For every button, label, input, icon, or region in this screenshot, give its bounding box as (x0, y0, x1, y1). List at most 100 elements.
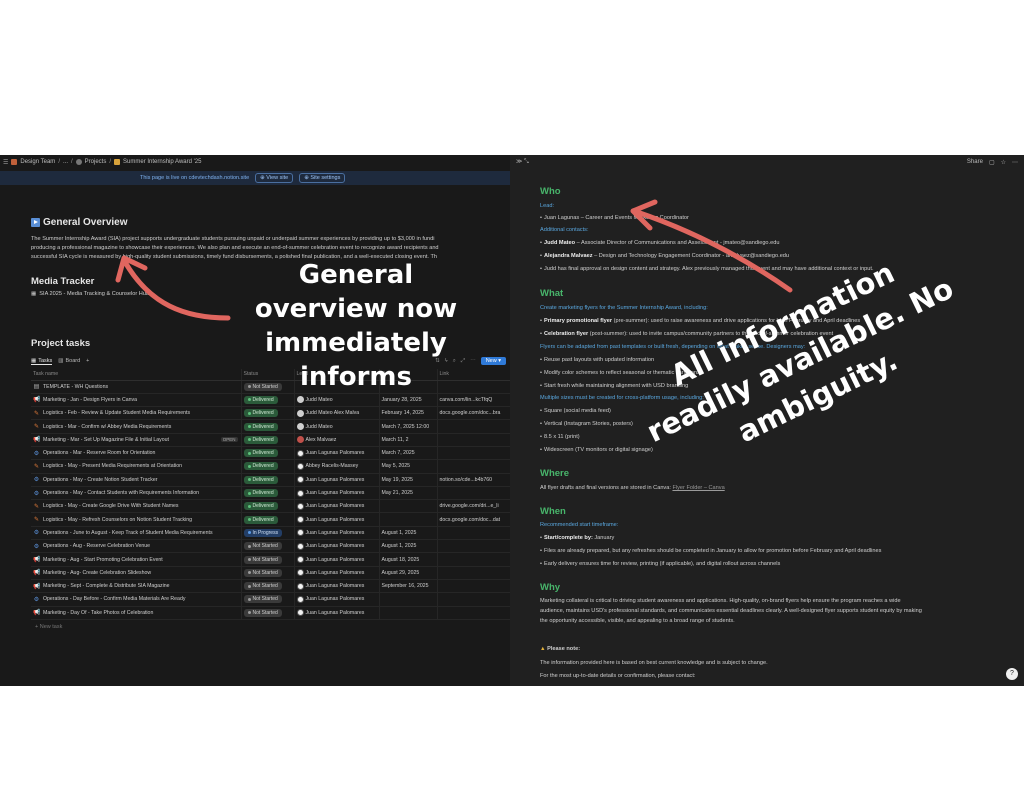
lead-cell[interactable]: Juan Lagunas Palomares (293, 512, 379, 527)
task-name-cell[interactable]: ✎ Logistics - May - Create Google Drive W… (31, 499, 241, 514)
due-cell[interactable]: January 28, 2025 (378, 393, 437, 408)
lead-cell[interactable]: Juan Lagunas Palomares (293, 606, 379, 620)
table-row[interactable]: ✎ Logistics - Feb - Review & Update Stude… (31, 406, 510, 421)
link-cell[interactable]: canva.com/lin...kcTfqQ (436, 393, 510, 408)
status-cell[interactable]: Delivered (240, 499, 294, 514)
status-cell[interactable]: In Progress (240, 526, 294, 541)
link-cell[interactable] (436, 552, 510, 567)
media-tracker-link[interactable]: ▦ SIA 2025 - Media Tracking & Counselor … (31, 291, 149, 297)
lead-cell[interactable]: Juan Lagunas Palomares (293, 486, 379, 501)
task-name-cell[interactable]: 📢 Marketing - Aug- Create Celebration Sli… (31, 566, 241, 580)
due-cell[interactable] (378, 499, 437, 514)
lead-cell[interactable]: Juan Lagunas Palomares (293, 566, 379, 580)
table-row[interactable]: ⚙ Operations - May - Create Notion Studen… (31, 473, 510, 487)
lead-cell[interactable]: Abbey Racelis-Massey (293, 459, 379, 474)
link-cell[interactable] (436, 419, 510, 434)
new-task-button[interactable]: + New task (35, 624, 62, 630)
due-cell[interactable]: March 7, 2025 (378, 446, 437, 461)
more-icon[interactable]: ⋯ (1012, 159, 1018, 166)
task-name-cell[interactable]: ✎ Logistics - May - Present Media Require… (31, 459, 241, 474)
table-row[interactable]: ⚙ Operations - June to August - Keep Trac… (31, 526, 510, 541)
task-name-cell[interactable]: ✎ Logistics - Mar - Confirm w/ Abbey Medi… (31, 419, 241, 434)
lead-cell[interactable]: Juan Lagunas Palomares (293, 499, 379, 514)
lead-cell[interactable]: Juan Lagunas Palomares (293, 473, 379, 487)
view-site-button[interactable]: ⊕ View site (255, 173, 294, 183)
status-cell[interactable]: Not Started (240, 552, 294, 567)
status-cell[interactable]: Not Started (240, 566, 294, 580)
open-chip[interactable]: OPEN (220, 437, 238, 443)
table-row[interactable]: 📢 Marketing - Day Of - Take Photos of Cel… (31, 606, 510, 620)
task-name-cell[interactable]: ⚙ Operations - Aug - Reserve Celebration … (31, 539, 241, 554)
status-cell[interactable]: Delivered (240, 419, 294, 434)
table-row[interactable]: 📢 Marketing - Jan - Design Flyers in Canv… (31, 393, 510, 408)
table-row[interactable]: ✎ Logistics - May - Refresh Counselors on… (31, 512, 510, 527)
due-cell[interactable]: August 29, 2025 (378, 566, 437, 580)
breadcrumb-team[interactable]: Design Team (20, 159, 55, 165)
due-cell[interactable]: August 1, 2025 (378, 526, 437, 541)
link-cell[interactable] (436, 579, 510, 594)
breadcrumb-page[interactable]: Summer Internship Award '25 (123, 159, 201, 165)
table-row[interactable]: 📢 Marketing - Aug - Start Promoting Celeb… (31, 552, 510, 567)
task-name-cell[interactable]: 📢 Marketing - Jan - Design Flyers in Canv… (31, 393, 241, 408)
status-cell[interactable]: Delivered (240, 446, 294, 461)
due-cell[interactable]: February 14, 2025 (378, 406, 437, 421)
add-view-button[interactable]: + (86, 358, 89, 364)
status-cell[interactable]: Not Started (240, 579, 294, 594)
site-settings-button[interactable]: ⊕ Site settings (299, 173, 346, 183)
link-cell[interactable] (436, 486, 510, 501)
link-cell[interactable]: notion.so/cde...b4b760 (436, 473, 510, 487)
table-row[interactable]: ⚙ Operations - Mar - Reserve Room for Ori… (31, 446, 510, 461)
link-cell[interactable] (436, 592, 510, 607)
status-cell[interactable]: Delivered (240, 512, 294, 527)
status-cell[interactable]: Delivered (240, 393, 294, 408)
lead-cell[interactable]: Judd Mateo (293, 393, 379, 408)
task-name-cell[interactable]: ✎ Logistics - May - Refresh Counselors on… (31, 512, 241, 527)
task-name-cell[interactable]: 📢 Marketing - Mar - Set Up Magazine File … (31, 433, 241, 447)
link-cell[interactable]: docs.google.com/doc...dat (436, 512, 510, 527)
table-row[interactable]: ⚙ Operations - Aug - Reserve Celebration … (31, 539, 510, 554)
task-name-cell[interactable]: ⚙ Operations - May - Contact Students wit… (31, 486, 241, 501)
status-cell[interactable]: Delivered (240, 459, 294, 474)
link-cell[interactable]: docs.google.com/doc...bra (436, 406, 510, 421)
task-name-cell[interactable]: 📢 Marketing - Sept - Complete & Distribut… (31, 579, 241, 594)
status-cell[interactable]: Not Started (240, 606, 294, 620)
task-name-cell[interactable]: 📢 Marketing - Aug - Start Promoting Celeb… (31, 552, 241, 567)
task-name-cell[interactable]: ⚙ Operations - Mar - Reserve Room for Ori… (31, 446, 241, 461)
task-name-cell[interactable]: 📢 Marketing - Day Of - Take Photos of Cel… (31, 606, 241, 620)
collapse-icon[interactable]: ≫ ⤡ (516, 158, 529, 166)
link-cell[interactable] (436, 606, 510, 620)
new-button[interactable]: New ▾ (480, 357, 506, 365)
link-cell[interactable] (436, 433, 510, 447)
task-name-cell[interactable]: ⚙ Operations - Day Before - Confirm Media… (31, 592, 241, 607)
link-cell[interactable] (436, 459, 510, 474)
due-cell[interactable] (378, 606, 437, 620)
star-icon[interactable]: ☆ (1001, 159, 1006, 166)
table-row[interactable]: ⚙ Operations - May - Contact Students wit… (31, 486, 510, 501)
table-row[interactable]: 📢 Marketing - Aug- Create Celebration Sli… (31, 566, 510, 580)
due-cell[interactable]: May 21, 2025 (378, 486, 437, 501)
status-cell[interactable]: Delivered (240, 406, 294, 421)
table-row[interactable]: ✎ Logistics - May - Create Google Drive W… (31, 499, 510, 514)
due-cell[interactable]: September 16, 2025 (378, 579, 437, 594)
col-task-name[interactable]: Task name (31, 369, 241, 381)
breadcrumb-ellipsis[interactable]: ... (63, 159, 68, 165)
status-cell[interactable]: Not Started (240, 539, 294, 554)
link-cell[interactable] (436, 446, 510, 461)
due-cell[interactable] (378, 592, 437, 607)
due-cell[interactable] (378, 512, 437, 527)
due-cell[interactable]: May 19, 2025 (378, 473, 437, 487)
link-cell[interactable] (436, 526, 510, 541)
link-cell[interactable] (436, 566, 510, 580)
status-cell[interactable]: Delivered (240, 473, 294, 487)
task-name-cell[interactable]: ⚙ Operations - May - Create Notion Studen… (31, 473, 241, 487)
table-row[interactable]: ✎ Logistics - May - Present Media Require… (31, 459, 510, 474)
breadcrumb-projects[interactable]: Projects (85, 159, 107, 165)
task-name-cell[interactable]: ▤ TEMPLATE - WH Questions (31, 380, 241, 394)
link-cell[interactable] (436, 539, 510, 554)
status-cell[interactable]: Delivered (240, 433, 294, 447)
table-row[interactable]: 📢 Marketing - Sept - Complete & Distribut… (31, 579, 510, 594)
due-cell[interactable]: March 7, 2025 12:00 (378, 419, 437, 434)
lead-cell[interactable]: Alex Malvaez (293, 433, 379, 447)
due-cell[interactable]: August 1, 2025 (378, 539, 437, 554)
tab-board[interactable]: ▥ Board (58, 358, 80, 364)
